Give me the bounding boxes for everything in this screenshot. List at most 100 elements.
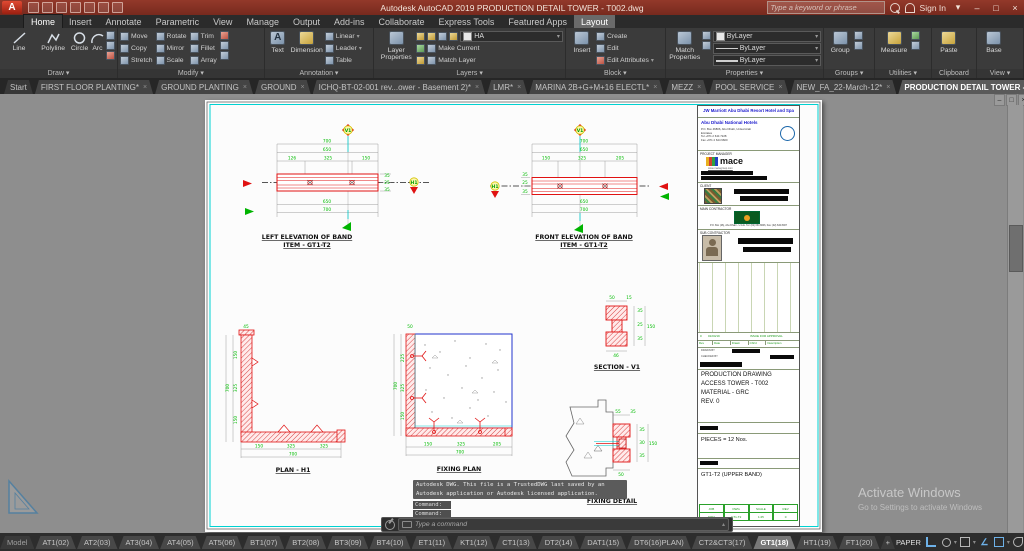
panel-label-groups[interactable]: Groups ▾ — [824, 69, 874, 78]
restore-button[interactable]: □ — [989, 3, 1003, 13]
create-block-button[interactable]: Create — [596, 31, 654, 42]
panel-label-layers[interactable]: Layers ▾ — [374, 69, 565, 78]
tab-close-icon[interactable]: × — [517, 84, 521, 91]
ribbon-tab-insert[interactable]: Insert — [62, 15, 99, 28]
layer-unlock-icon[interactable] — [449, 32, 458, 41]
file-tab-new-fa[interactable]: NEW_FA_22-March-12*× — [790, 80, 896, 94]
ribbon-tab-collaborate[interactable]: Collaborate — [372, 15, 432, 28]
new-layout-button[interactable]: + — [881, 536, 895, 549]
offset-icon[interactable] — [220, 51, 229, 60]
properties-palette-icon[interactable] — [702, 41, 711, 50]
panel-label-annotation[interactable]: Annotation ▾ — [265, 69, 374, 78]
command-input[interactable]: Type a command ▴ — [398, 518, 729, 531]
layer-properties-button[interactable]: Layer Properties — [376, 29, 416, 61]
recent-commands-icon[interactable]: ▴ — [722, 521, 725, 528]
ribbon-tab-view[interactable]: View — [206, 15, 239, 28]
circle-button[interactable]: Circle — [70, 29, 89, 52]
panel-label-utilities[interactable]: Utilities ▾ — [875, 69, 931, 78]
ungroup-icon[interactable] — [854, 31, 863, 40]
copy-button[interactable]: Copy — [120, 43, 153, 54]
mirror-button[interactable]: Mirror — [156, 43, 187, 54]
layout-tab-kt1[interactable]: KT1(12) — [453, 536, 494, 549]
group-button[interactable]: Group — [826, 29, 854, 54]
tab-close-icon[interactable]: × — [886, 84, 890, 91]
match-properties-button[interactable]: Match Properties — [668, 29, 702, 61]
arc-button[interactable]: Arc — [89, 29, 106, 52]
layout-tab-model[interactable]: Model — [0, 536, 34, 549]
layout-tab-bt2[interactable]: BT2(08) — [285, 536, 326, 549]
edit-attributes-button[interactable]: Edit Attributes▾ — [596, 55, 654, 66]
paste-button[interactable]: Paste — [934, 29, 964, 54]
layout-tab-ct2-ct3[interactable]: CT2&CT3(17) — [692, 536, 753, 549]
dimension-button[interactable]: Dimension — [289, 29, 325, 54]
ortho-icon[interactable]: ∠ — [978, 536, 991, 549]
autocad-logo-icon[interactable]: A — [2, 1, 22, 14]
match-layer-button[interactable]: Match Layer — [416, 55, 563, 66]
dynamic-input-icon[interactable] — [940, 536, 953, 549]
stretch-button[interactable]: Stretch — [120, 55, 153, 66]
file-tab-ichq[interactable]: ICHQ-BT-02-001 rev...ower - Basement 2)*… — [313, 80, 485, 94]
tab-close-icon[interactable]: × — [778, 84, 782, 91]
move-button[interactable]: Move — [120, 31, 153, 42]
undo-icon[interactable] — [98, 2, 109, 13]
properties-list-icon[interactable] — [702, 31, 711, 40]
panel-label-properties[interactable]: Properties ▾ — [666, 69, 823, 78]
layout-tab-dat1[interactable]: DAT1(15) — [580, 536, 626, 549]
layout-tab-at4[interactable]: AT4(05) — [160, 536, 201, 549]
layout-tab-at2[interactable]: AT2(03) — [77, 536, 118, 549]
polar-tracking-icon[interactable] — [993, 536, 1006, 549]
layout-tab-et1[interactable]: ET1(11) — [412, 536, 453, 549]
file-tab-pool-service[interactable]: POOL SERVICE× — [709, 80, 788, 94]
file-tab-mezz[interactable]: MEZZ× — [665, 80, 707, 94]
ribbon-tab-featured-apps[interactable]: Featured Apps — [501, 15, 574, 28]
file-tab-lmr[interactable]: LMR*× — [487, 80, 527, 94]
hatch-icon[interactable] — [106, 51, 115, 60]
tab-close-icon[interactable]: × — [243, 84, 247, 91]
tab-close-icon[interactable]: × — [475, 84, 479, 91]
edit-block-button[interactable]: Edit — [596, 43, 654, 54]
table-button[interactable]: Table — [325, 55, 362, 66]
ribbon-tab-annotate[interactable]: Annotate — [99, 15, 149, 28]
layout-tab-bt3[interactable]: BT3(09) — [327, 536, 368, 549]
file-tab-production-detail-tower[interactable]: PRODUCTION DETAIL TOWER - T002× — [898, 80, 1024, 94]
measure-button[interactable]: Measure — [877, 29, 911, 54]
ribbon-tab-parametric[interactable]: Parametric — [149, 15, 207, 28]
trim-button[interactable]: Trim — [190, 31, 217, 42]
layout-tab-bt1[interactable]: BT1(07) — [243, 536, 284, 549]
new-file-icon[interactable] — [28, 2, 39, 13]
array-button[interactable]: Array — [190, 55, 217, 66]
linetype-dropdown[interactable]: ByLayer▾ — [713, 43, 821, 54]
ribbon-tab-home[interactable]: Home — [24, 15, 62, 28]
ribbon-tab-output[interactable]: Output — [286, 15, 327, 28]
file-tab-ground-planting[interactable]: GROUND PLANTING× — [155, 80, 253, 94]
layout-tab-at5[interactable]: AT5(06) — [202, 536, 243, 549]
snap-icon[interactable] — [959, 536, 972, 549]
app-store-icon[interactable]: ▾ — [951, 2, 965, 13]
quick-calc-icon[interactable] — [911, 41, 920, 50]
layout-tab-gt1[interactable]: GT1(18) — [753, 536, 795, 549]
command-line-dock[interactable]: Type a command ▴ — [381, 517, 733, 532]
sign-in-button[interactable]: Sign In — [920, 3, 946, 13]
erase-icon[interactable] — [220, 31, 229, 40]
tab-close-icon[interactable]: × — [653, 84, 657, 91]
insert-button[interactable]: Insert — [568, 29, 596, 54]
linear-button[interactable]: Linear▾ — [325, 31, 362, 42]
customize-wrench-icon[interactable] — [385, 520, 395, 530]
scale-button[interactable]: Scale — [156, 55, 187, 66]
base-button[interactable]: Base — [979, 29, 1009, 54]
fillet-button[interactable]: Fillet — [190, 43, 217, 54]
file-tab-marina[interactable]: MARINA 2B+G+M+16 ELECTL*× — [529, 80, 663, 94]
minimize-button[interactable]: – — [970, 3, 984, 13]
file-tab-start[interactable]: Start — [4, 80, 33, 94]
layout-tab-dt2[interactable]: DT2(14) — [538, 536, 580, 549]
tab-close-icon[interactable]: × — [697, 84, 701, 91]
vertical-scrollbar[interactable] — [1007, 105, 1023, 533]
line-button[interactable]: Line — [2, 29, 36, 52]
layer-freeze-icon[interactable] — [427, 32, 436, 41]
object-snap-icon[interactable] — [1012, 536, 1024, 549]
lineweight-dropdown[interactable]: ByLayer▾ — [713, 55, 821, 66]
paper-model-toggle[interactable]: PAPER — [896, 538, 921, 547]
drawing-minimize-button[interactable]: – — [994, 94, 1005, 106]
tab-close-icon[interactable]: × — [143, 84, 147, 91]
rectangle-icon[interactable] — [106, 31, 115, 40]
